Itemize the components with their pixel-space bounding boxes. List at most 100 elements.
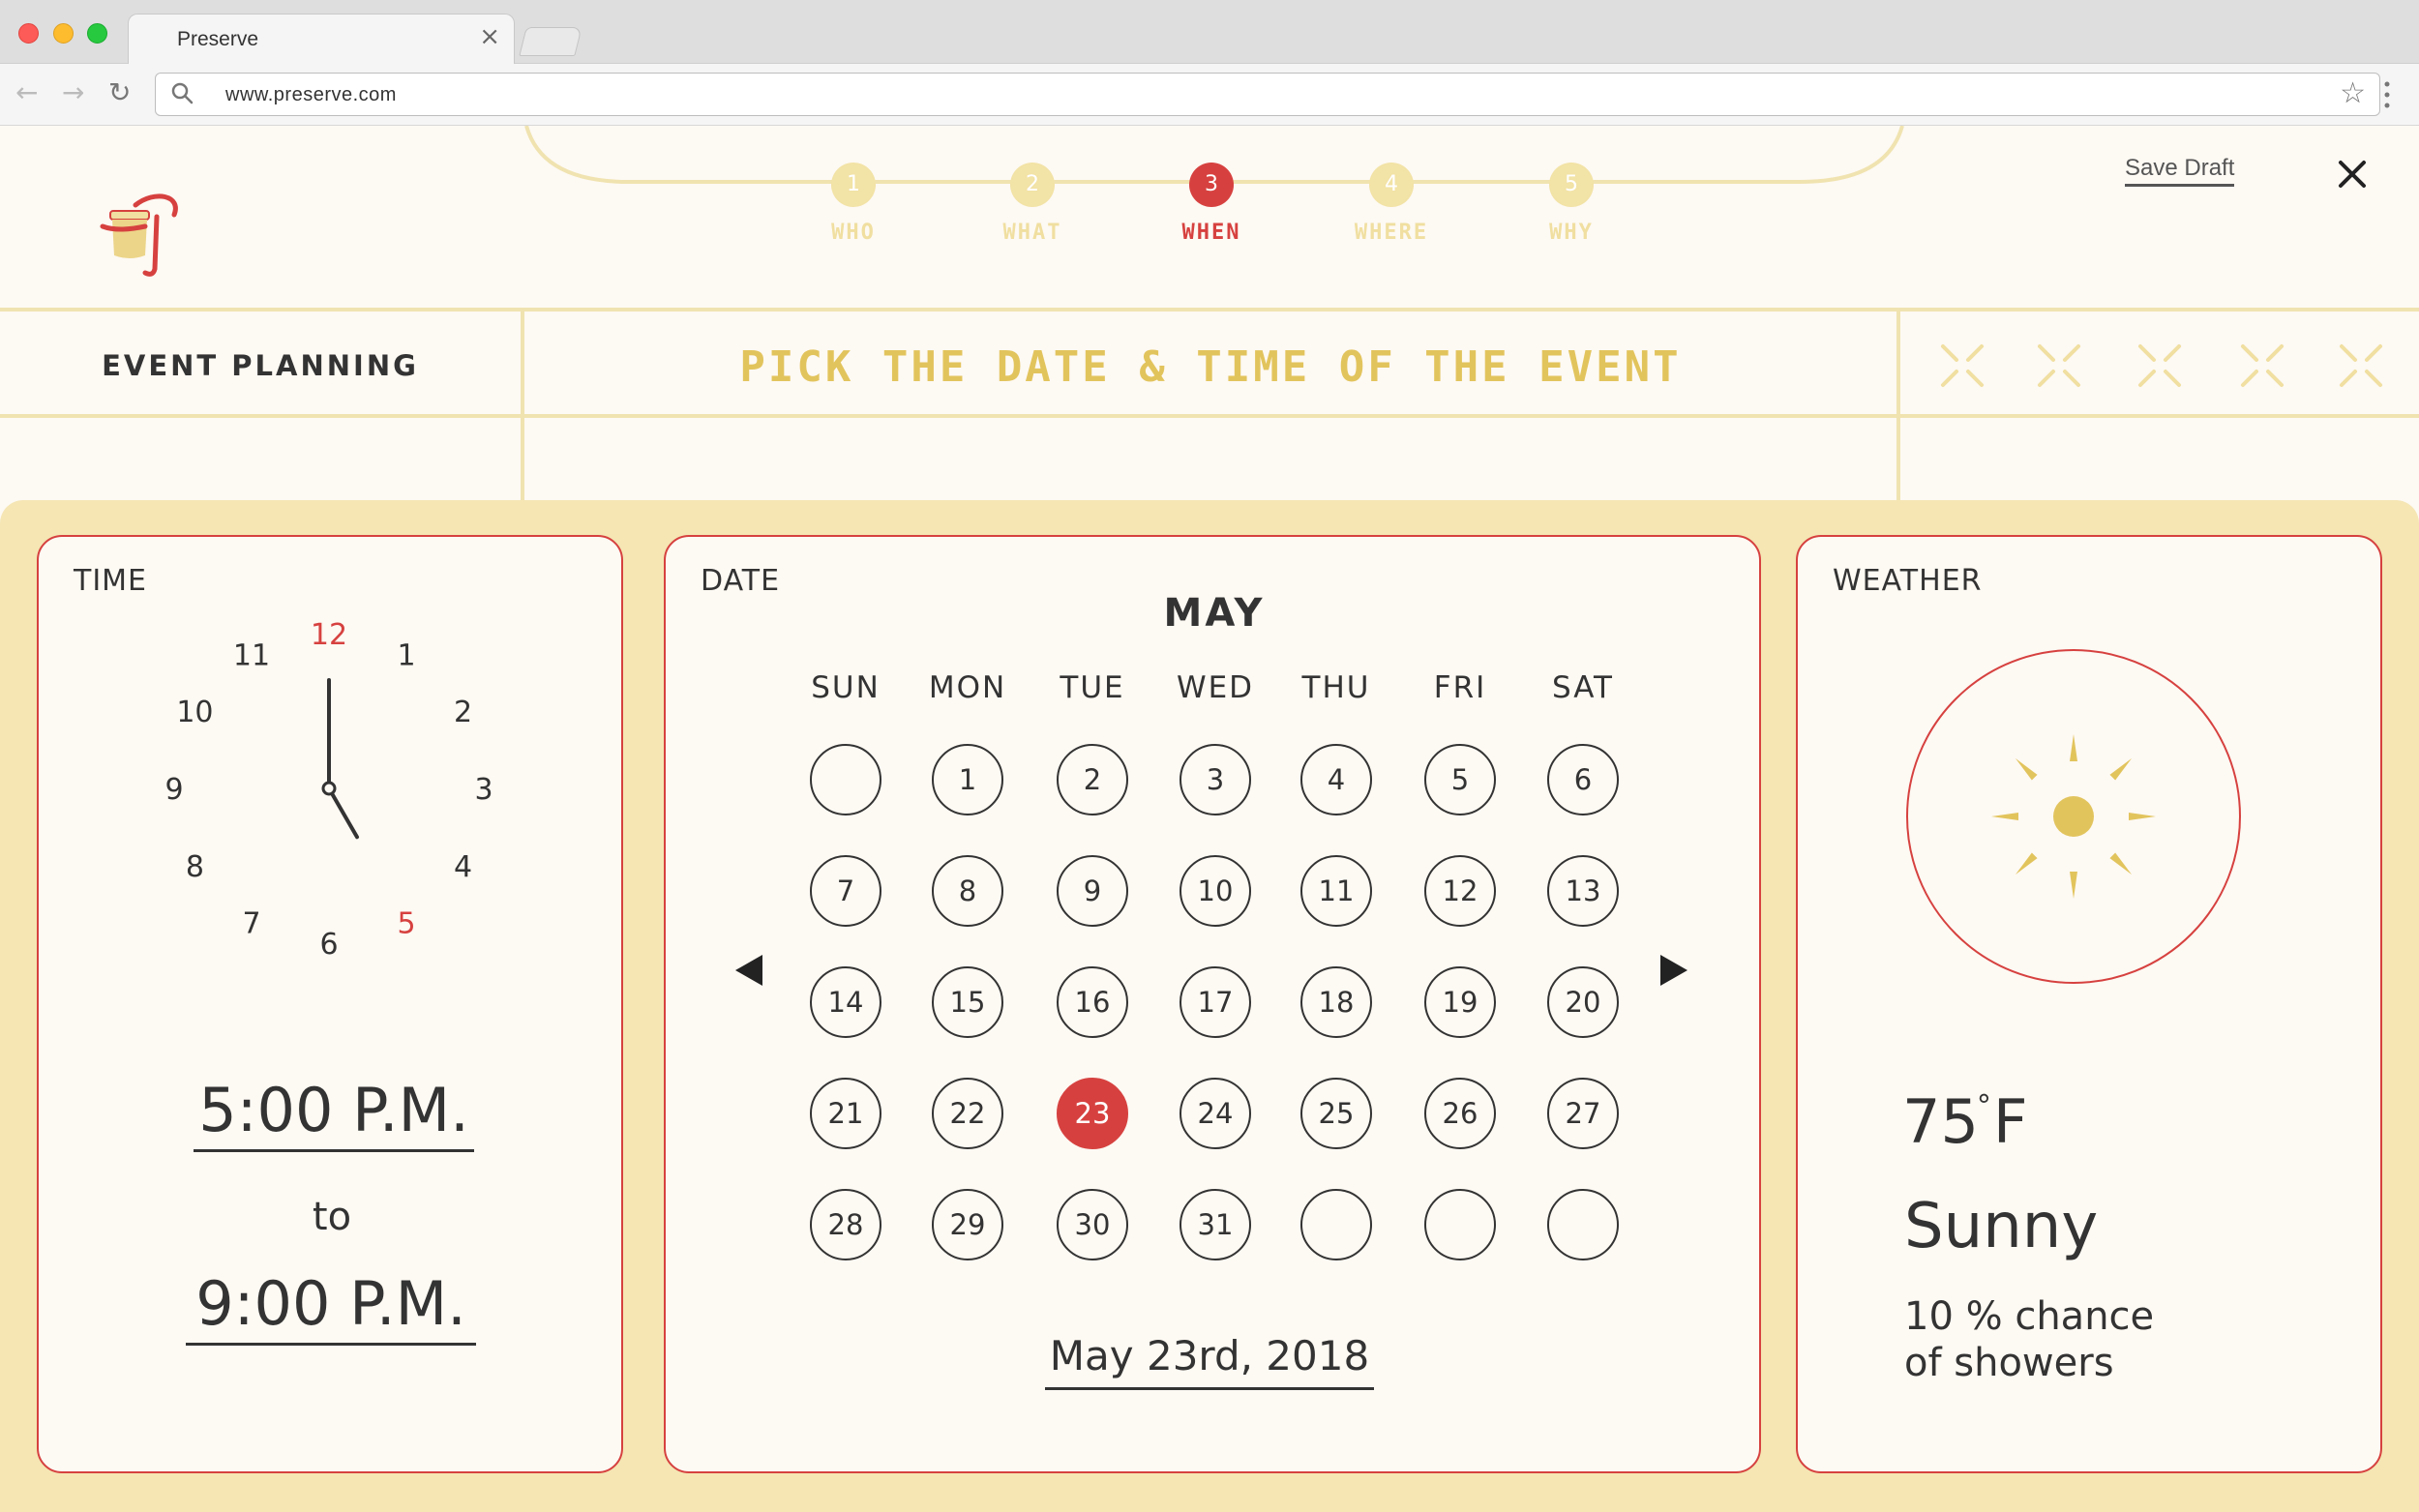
time-connector: to: [312, 1195, 352, 1239]
band-divider: [1896, 308, 1900, 501]
calendar-day[interactable]: 12: [1424, 855, 1496, 927]
calendar-day-empty: [810, 744, 881, 815]
weekday-header: SAT: [1552, 670, 1614, 705]
step-number: 1: [831, 163, 876, 207]
weather-card: WEATHER 75°F Sunny 10 % chance of shower…: [1796, 535, 2382, 1473]
calendar-day[interactable]: 9: [1057, 855, 1128, 927]
calendar-day[interactable]: 27: [1547, 1078, 1619, 1149]
clock-number: 2: [454, 696, 472, 729]
clock-number: 1: [397, 638, 415, 672]
start-time-field[interactable]: 5:00 P.M.: [194, 1075, 474, 1152]
address-bar[interactable]: www.preserve.com ☆: [155, 73, 2380, 116]
calendar-day[interactable]: 31: [1180, 1189, 1251, 1260]
search-icon: [171, 82, 194, 104]
step-number: 2: [1010, 163, 1055, 207]
calendar-day[interactable]: 22: [932, 1078, 1003, 1149]
main-panel: TIME 12 1 2 3 4 5 6 7 8 9 10 11 5:00 P.M. to 9:00 P…: [0, 500, 2419, 1512]
calendar-day[interactable]: 20: [1547, 966, 1619, 1038]
step-when[interactable]: 3 WHEN: [1144, 163, 1279, 245]
step-where[interactable]: 4 WHERE: [1324, 163, 1459, 245]
bookmark-star-icon[interactable]: ☆: [2340, 77, 2366, 110]
temperature: 75°F: [1902, 1086, 2028, 1157]
step-label: WHEN: [1181, 221, 1241, 245]
calendar-day[interactable]: 2: [1057, 744, 1128, 815]
end-time-field[interactable]: 9:00 P.M.: [186, 1268, 476, 1346]
step-number: 5: [1549, 163, 1594, 207]
calendar-day[interactable]: 24: [1180, 1078, 1251, 1149]
window-close-button[interactable]: [18, 23, 39, 44]
calendar-day[interactable]: 1: [932, 744, 1003, 815]
page-title: PICK THE DATE & TIME OF THE EVENT: [739, 342, 1682, 392]
calendar-day[interactable]: 28: [810, 1189, 881, 1260]
clock-center-pin: [321, 781, 337, 796]
step-why[interactable]: 5 WHY: [1504, 163, 1639, 245]
weekday-header: SUN: [811, 670, 881, 705]
forward-arrow-icon[interactable]: →: [62, 77, 84, 108]
calendar-day-empty: [1300, 1189, 1372, 1260]
calendar-day[interactable]: 14: [810, 966, 881, 1038]
calendar-day[interactable]: 23: [1057, 1078, 1128, 1149]
back-arrow-icon[interactable]: ←: [15, 77, 38, 108]
preserve-logo-icon[interactable]: [97, 188, 184, 281]
step-number: 3: [1189, 163, 1234, 207]
calendar-month: MAY: [1163, 591, 1266, 636]
window-maximize-button[interactable]: [87, 23, 107, 44]
calendar-day[interactable]: 21: [810, 1078, 881, 1149]
clock-number: 3: [474, 773, 493, 807]
reload-icon[interactable]: ↻: [108, 77, 131, 108]
weather-card-label: WEATHER: [1833, 564, 1983, 598]
browser-menu-icon[interactable]: [2382, 79, 2392, 110]
calendar-day[interactable]: 19: [1424, 966, 1496, 1038]
close-icon[interactable]: [2335, 157, 2370, 192]
url-text: www.preserve.com: [225, 84, 397, 105]
calendar-day[interactable]: 18: [1300, 966, 1372, 1038]
calendar-day[interactable]: 25: [1300, 1078, 1372, 1149]
new-tab-button[interactable]: [519, 27, 582, 56]
precipitation-chance: 10 % chance of showers: [1904, 1294, 2155, 1385]
clock-number: 12: [311, 618, 347, 652]
calendar-day[interactable]: 11: [1300, 855, 1372, 927]
step-what[interactable]: 2 WHAT: [965, 163, 1100, 245]
calendar-day[interactable]: 4: [1300, 744, 1372, 815]
temperature-degree: °: [1976, 1089, 1991, 1123]
section-label: EVENT PLANNING: [102, 349, 419, 382]
step-label: WHAT: [1002, 221, 1062, 245]
step-who[interactable]: 1 WHO: [786, 163, 921, 245]
calendar-day[interactable]: 7: [810, 855, 881, 927]
calendar-day[interactable]: 16: [1057, 966, 1128, 1038]
calendar-day[interactable]: 29: [932, 1189, 1003, 1260]
clock-number: 6: [319, 928, 338, 962]
browser-tab-title: Preserve: [177, 28, 259, 50]
next-month-arrow-icon[interactable]: [1660, 955, 1687, 986]
temperature-value: 75: [1902, 1086, 1979, 1157]
tab-close-icon[interactable]: ×: [479, 24, 500, 49]
calendar-day[interactable]: 17: [1180, 966, 1251, 1038]
window-minimize-button[interactable]: [53, 23, 74, 44]
app-header: 1 WHO 2 WHAT 3 WHEN 4 WHERE 5 WHY Save D…: [0, 126, 2419, 310]
weather-condition: Sunny: [1904, 1191, 2099, 1262]
clock-hour-hand[interactable]: [327, 786, 359, 840]
clock-number: 4: [454, 850, 472, 884]
temperature-unit: F: [1992, 1086, 2028, 1157]
date-card: DATE MAY May 23rd, 2018 SUN MON TUE WED THU F…: [664, 535, 1761, 1473]
calendar-day[interactable]: 26: [1424, 1078, 1496, 1149]
calendar-day[interactable]: 3: [1180, 744, 1251, 815]
calendar-day[interactable]: 15: [932, 966, 1003, 1038]
time-card-label: TIME: [74, 564, 148, 598]
selected-date-field[interactable]: May 23rd, 2018: [1045, 1332, 1374, 1390]
calendar-day[interactable]: 8: [932, 855, 1003, 927]
calendar-day[interactable]: 30: [1057, 1189, 1128, 1260]
calendar-day[interactable]: 6: [1547, 744, 1619, 815]
clock-face[interactable]: 121234567891011: [155, 614, 503, 963]
clock-number: 8: [186, 850, 204, 884]
calendar-day[interactable]: 13: [1547, 855, 1619, 927]
save-draft-link[interactable]: Save Draft: [2125, 155, 2235, 187]
calendar-day[interactable]: 10: [1180, 855, 1251, 927]
previous-month-arrow-icon[interactable]: [735, 955, 762, 986]
browser-tab[interactable]: Preserve ×: [128, 14, 515, 65]
calendar-day[interactable]: 5: [1424, 744, 1496, 815]
clock-number: 10: [176, 696, 213, 729]
clock-number: 11: [233, 638, 270, 672]
sun-icon: [1906, 649, 2241, 984]
weekday-header: MON: [928, 670, 1007, 705]
